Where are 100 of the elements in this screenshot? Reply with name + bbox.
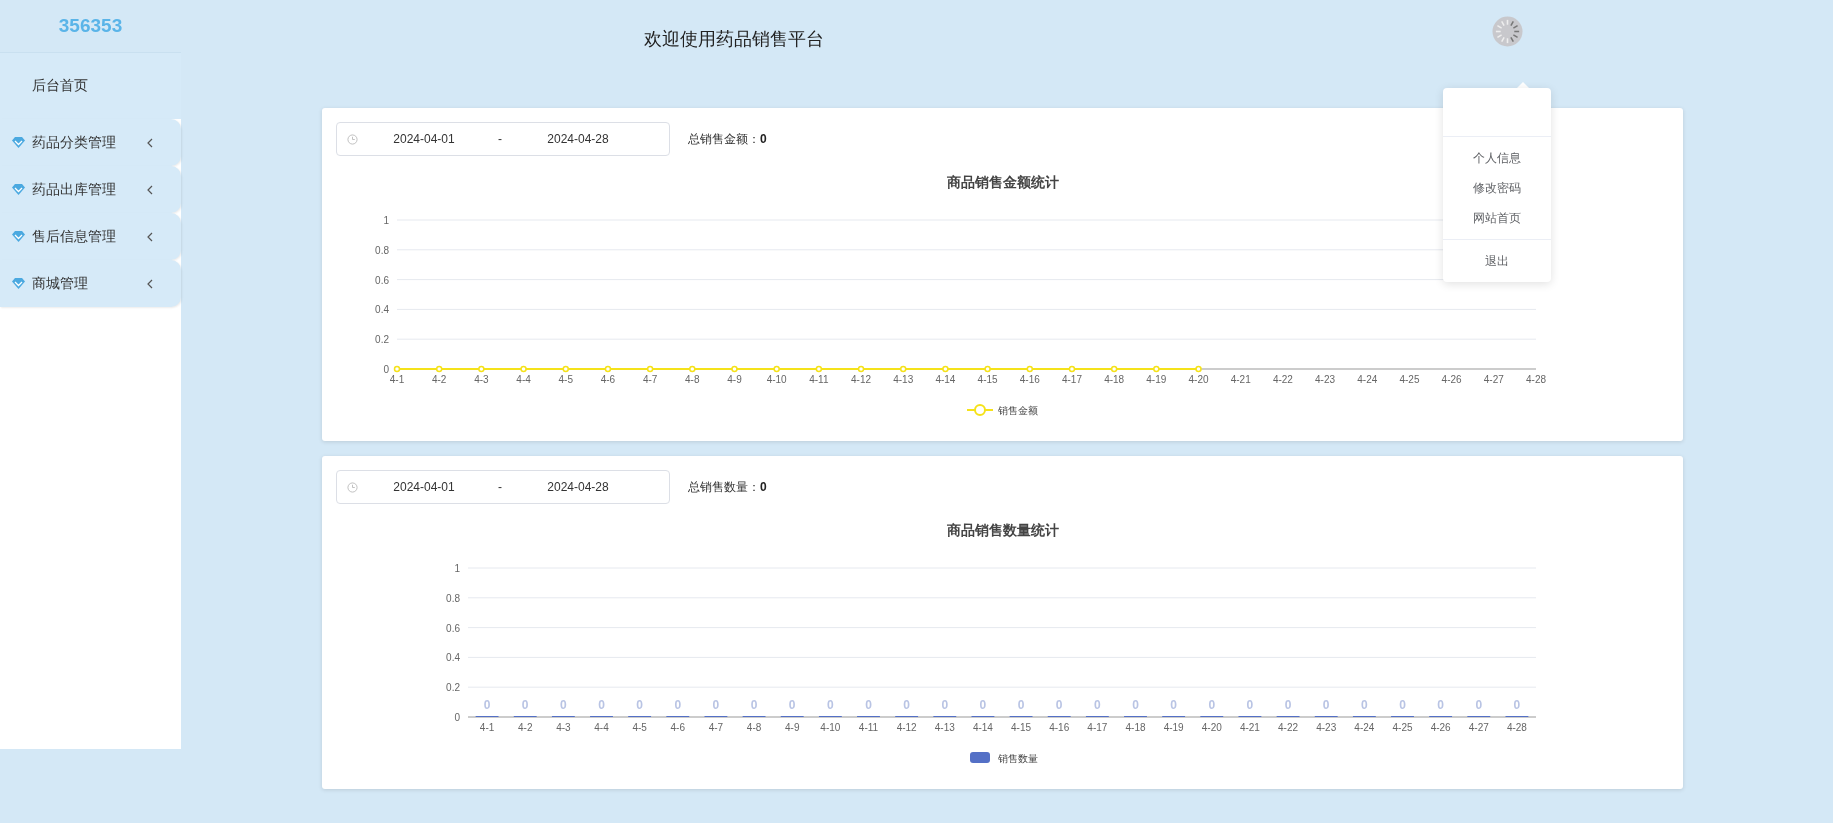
data-label: 0 [827,698,834,712]
x-tick-label: 4-18 [1104,374,1125,385]
x-tick-label: 4-2 [518,722,533,733]
x-tick-label: 4-8 [746,722,762,733]
data-label: 0 [483,698,491,712]
data-label: 0 [560,698,567,712]
x-tick-label: 4-1 [389,374,405,385]
x-tick-label: 4-17 [1087,722,1108,733]
x-tick-label: 4-2 [431,374,447,385]
x-tick-label: 4-21 [1230,374,1251,385]
x-tick-label: 4-11 [809,374,829,385]
x-tick-label: 4-20 [1201,722,1222,733]
x-tick-label: 4-28 [1526,374,1546,385]
data-label: 0 [750,698,758,712]
x-tick-label: 4-26 [1430,722,1451,733]
chart-title: 商品销售数量统计 [947,522,1059,538]
data-label: 0 [1017,698,1025,712]
y-tick-label: 0.2 [375,334,389,346]
x-tick-label: 4-22 [1272,374,1293,385]
x-tick-label: 4-24 [1357,374,1378,385]
x-tick-label: 4-24 [1354,722,1375,733]
data-label: 0 [636,698,643,712]
legend-label: 销售金额 [998,405,1038,416]
data-label: 0 [521,698,529,712]
legend-label: 销售数量 [998,753,1038,764]
data-label: 0 [1055,698,1063,712]
data-label: 0 [979,698,987,712]
x-tick-label: 4-23 [1315,374,1336,385]
x-tick-label: 4-21 [1239,722,1260,733]
data-label: 0 [1361,698,1368,712]
y-tick-label: 1 [454,563,460,574]
total-value: 0 [760,480,767,494]
data-label: 0 [1132,698,1139,712]
data-label: 0 [1208,698,1216,712]
total-label: 总销售数量： [688,478,760,496]
x-tick-label: 4-3 [474,374,489,385]
data-label: 0 [941,698,949,712]
x-tick-label: 4-6 [600,374,616,385]
x-tick-label: 4-28 [1506,722,1527,733]
x-tick-label: 4-8 [685,374,700,385]
data-label: 0 [1322,698,1330,712]
x-tick-label: 4-19 [1163,722,1184,733]
page-title: 欢迎使用药品销售平台 [644,28,824,51]
x-tick-label: 4-25 [1399,374,1420,385]
x-tick-label: 4-19 [1146,374,1167,385]
data-label: 0 [903,698,910,712]
x-tick-label: 4-15 [1011,722,1032,733]
data-label: 0 [1170,698,1177,712]
x-tick-label: 4-1 [479,722,495,733]
data-label: 0 [674,698,682,712]
x-tick-label: 4-15 [977,374,998,385]
x-tick-label: 4-14 [935,374,956,385]
data-label: 0 [1246,698,1254,712]
x-tick-label: 4-10 [766,374,787,385]
x-tick-label: 4-5 [558,374,573,385]
x-tick-label: 4-25 [1392,722,1413,733]
y-tick-label: 0 [383,364,389,375]
y-tick-label: 0.6 [446,622,460,634]
x-tick-label: 4-10 [820,722,841,733]
x-tick-label: 4-14 [972,722,993,733]
y-tick-label: 0.2 [446,682,460,694]
x-tick-label: 4-13 [893,374,914,385]
x-tick-label: 4-9 [785,722,800,733]
x-tick-label: 4-6 [670,722,685,733]
x-tick-label: 4-27 [1468,722,1489,733]
x-tick-label: 4-7 [708,722,724,733]
x-tick-label: 4-5 [632,722,647,733]
y-tick-label: 1 [383,215,389,226]
x-tick-label: 4-7 [642,374,658,385]
y-tick-label: 0.4 [446,652,460,664]
x-tick-label: 4-17 [1061,374,1082,385]
chart-title: 商品销售金额统计 [947,174,1059,190]
x-tick-label: 4-27 [1483,374,1504,385]
x-tick-label: 4-4 [594,722,609,733]
data-label: 0 [712,698,720,712]
x-tick-label: 4-12 [851,374,872,385]
x-tick-label: 4-12 [896,722,917,733]
data-label: 0 [1094,698,1101,712]
x-tick-label: 4-20 [1188,374,1209,385]
x-tick-label: 4-26 [1441,374,1462,385]
data-label: 0 [1399,698,1406,712]
x-tick-label: 4-13 [934,722,955,733]
x-tick-label: 4-11 [858,722,879,733]
x-tick-label: 4-23 [1316,722,1337,733]
data-label: 0 [1475,698,1483,712]
data-label: 0 [598,698,605,712]
data-label: 0 [1513,698,1521,712]
x-tick-label: 4-16 [1049,722,1070,733]
x-tick-label: 4-16 [1019,374,1040,385]
x-tick-label: 4-4 [516,374,531,385]
y-tick-label: 0.4 [375,304,389,316]
x-tick-label: 4-3 [556,722,571,733]
data-label: 0 [788,698,796,712]
total-label: 总销售金额： [688,130,760,148]
y-tick-label: 0.6 [375,274,389,286]
x-tick-label: 4-9 [727,374,742,385]
brand-title: 356353 [58,15,123,37]
x-tick-label: 4-22 [1278,722,1299,733]
x-tick-label: 4-18 [1125,722,1146,733]
data-label: 0 [865,698,872,712]
